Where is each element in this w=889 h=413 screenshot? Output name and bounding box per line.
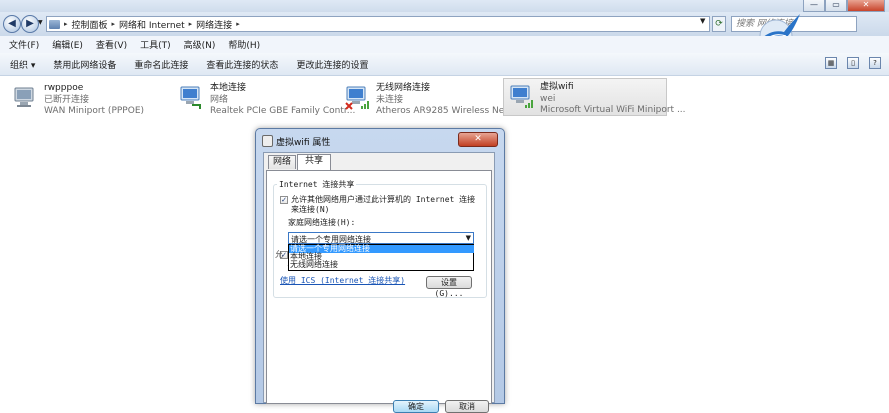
chevron-right-icon[interactable]: ▸ — [112, 20, 116, 28]
ics-help-link[interactable]: 使用 ICS (Internet 连接共享) — [280, 275, 405, 286]
address-bar[interactable]: ▸ 控制面板 ▸ 网络和 Internet ▸ 网络连接 ▸ — [46, 16, 710, 32]
menu-bar: 文件(F) 编辑(E) 查看(V) 工具(T) 高级(N) 帮助(H) — [0, 36, 889, 54]
allow-sharing-checkbox[interactable]: ✓ — [280, 196, 288, 204]
view-status-button[interactable]: 查看此连接的状态 — [206, 58, 278, 71]
change-settings-button[interactable]: 更改此连接的设置 — [296, 58, 368, 71]
ics-group-title: Internet 连接共享 — [277, 179, 357, 190]
ethernet-connection-icon — [180, 86, 201, 109]
menu-tools[interactable]: 工具(T) — [140, 38, 171, 51]
control-panel-icon — [49, 19, 60, 29]
cancel-button[interactable]: 取消 — [445, 400, 489, 413]
ok-button[interactable]: 确定 — [393, 400, 439, 413]
connection-name: rwpppoe — [44, 83, 84, 93]
menu-advanced[interactable]: 高级(N) — [184, 38, 216, 51]
connection-rwpppoe[interactable]: rwpppoe 已断开连接 WAN Miniport (PPPOE) — [8, 80, 168, 116]
connection-wireless[interactable]: 无线网络连接 未连接 Atheros AR9285 Wireless Net..… — [340, 80, 516, 116]
home-network-options: 请选一个专用网络连接 本地连接 无线网络连接 — [288, 244, 474, 271]
menu-edit[interactable]: 编辑(E) — [52, 38, 83, 51]
preview-pane-icon[interactable]: ▯ — [847, 57, 859, 69]
settings-button[interactable]: 设置(G)... — [426, 276, 472, 298]
connection-name: 虚拟wifi — [540, 82, 574, 92]
chevron-right-icon[interactable]: ▸ — [236, 20, 240, 28]
connection-status: 网络 — [210, 94, 229, 105]
connection-virtual-wifi[interactable]: 虚拟wifi wei Microsoft Virtual WiFi Minipo… — [503, 78, 686, 116]
home-network-select[interactable]: 请选一个专用网络连接 ▼ — [288, 232, 474, 244]
connection-name: 本地连接 — [210, 83, 247, 93]
breadcrumb-network-internet[interactable]: 网络和 Internet — [119, 18, 185, 31]
connection-status: 已断开连接 — [44, 94, 90, 105]
wireless-connection-icon — [345, 86, 369, 110]
dialup-connection-icon — [14, 87, 34, 107]
ics-group: Internet 连接共享 ✓ 允许其他网络用户通过此计算机的 Internet… — [273, 179, 487, 298]
close-button[interactable]: ✕ — [847, 0, 885, 12]
view-controls: ▦ ▯ ? — [825, 57, 881, 69]
maximize-button[interactable]: ▭ — [825, 0, 847, 12]
help-icon[interactable]: ? — [869, 57, 881, 69]
menu-help[interactable]: 帮助(H) — [228, 38, 260, 51]
command-bar: 组织 ▾ 禁用此网络设备 重命名此连接 查看此连接的状态 更改此连接的设置 ▦ … — [0, 53, 889, 76]
sharing-panel: Internet 连接共享 ✓ 允许其他网络用户通过此计算机的 Internet… — [266, 170, 492, 413]
menu-view[interactable]: 查看(V) — [96, 38, 127, 51]
home-network-label: 家庭网络连接(H): — [288, 218, 356, 227]
chevron-right-icon[interactable]: ▸ — [64, 20, 68, 28]
chevron-right-icon[interactable]: ▸ — [189, 20, 193, 28]
dialog-close-button[interactable]: ✕ — [458, 132, 498, 147]
virtual-wifi-connection-icon — [510, 85, 533, 108]
forward-button[interactable]: ▶ — [21, 15, 39, 33]
connection-device: WAN Miniport (PPPOE) — [44, 106, 145, 116]
window-titlebar: — ▭ ✕ — [0, 0, 889, 12]
connection-status: 未连接 — [376, 94, 404, 105]
refresh-button[interactable]: ⟳ — [712, 16, 726, 32]
connection-status: wei — [540, 93, 556, 104]
connection-local-area[interactable]: 本地连接 网络 Realtek PCIe GBE Family Contr... — [174, 80, 355, 116]
tab-network[interactable]: 网络 — [268, 155, 296, 169]
connection-name: 无线网络连接 — [376, 83, 431, 93]
address-dropdown-icon[interactable]: ▼ — [700, 17, 705, 25]
connection-device: Microsoft Virtual WiFi Miniport ... — [540, 105, 686, 115]
organize-button[interactable]: 组织 ▾ — [10, 58, 35, 71]
window-controls: — ▭ ✕ — [803, 0, 885, 12]
back-button[interactable]: ◀ — [3, 15, 21, 33]
tab-sharing[interactable]: 共享 — [297, 154, 331, 170]
disable-device-button[interactable]: 禁用此网络设备 — [53, 58, 116, 71]
breadcrumb-control-panel[interactable]: 控制面板 — [72, 18, 108, 31]
network-adapter-icon — [262, 135, 273, 147]
properties-dialog: 虚拟wifi 属性 ✕ 网络 共享 Internet 连接共享 ✓ 允许其他网络… — [255, 128, 505, 413]
option-wireless[interactable]: 无线网络连接 — [289, 261, 474, 269]
dialog-title: 虚拟wifi 属性 — [276, 138, 331, 148]
view-options-icon[interactable]: ▦ — [825, 57, 837, 69]
minimize-button[interactable]: — — [803, 0, 825, 12]
chevron-down-icon[interactable]: ▼ — [466, 234, 471, 242]
rename-connection-button[interactable]: 重命名此连接 — [134, 58, 188, 71]
menu-file[interactable]: 文件(F) — [9, 38, 39, 51]
breadcrumb-network-connections[interactable]: 网络连接 — [196, 18, 232, 31]
history-dropdown-icon[interactable]: ▼ — [38, 19, 43, 26]
connection-device: Atheros AR9285 Wireless Net... — [376, 106, 517, 116]
dialog-body: 网络 共享 Internet 连接共享 ✓ 允许其他网络用户通过此计算机的 In… — [263, 152, 495, 413]
allow-control-label: 允 — [275, 250, 283, 259]
connection-device: Realtek PCIe GBE Family Contr... — [210, 106, 356, 116]
allow-sharing-label-2: 来连接(N) — [291, 205, 330, 214]
